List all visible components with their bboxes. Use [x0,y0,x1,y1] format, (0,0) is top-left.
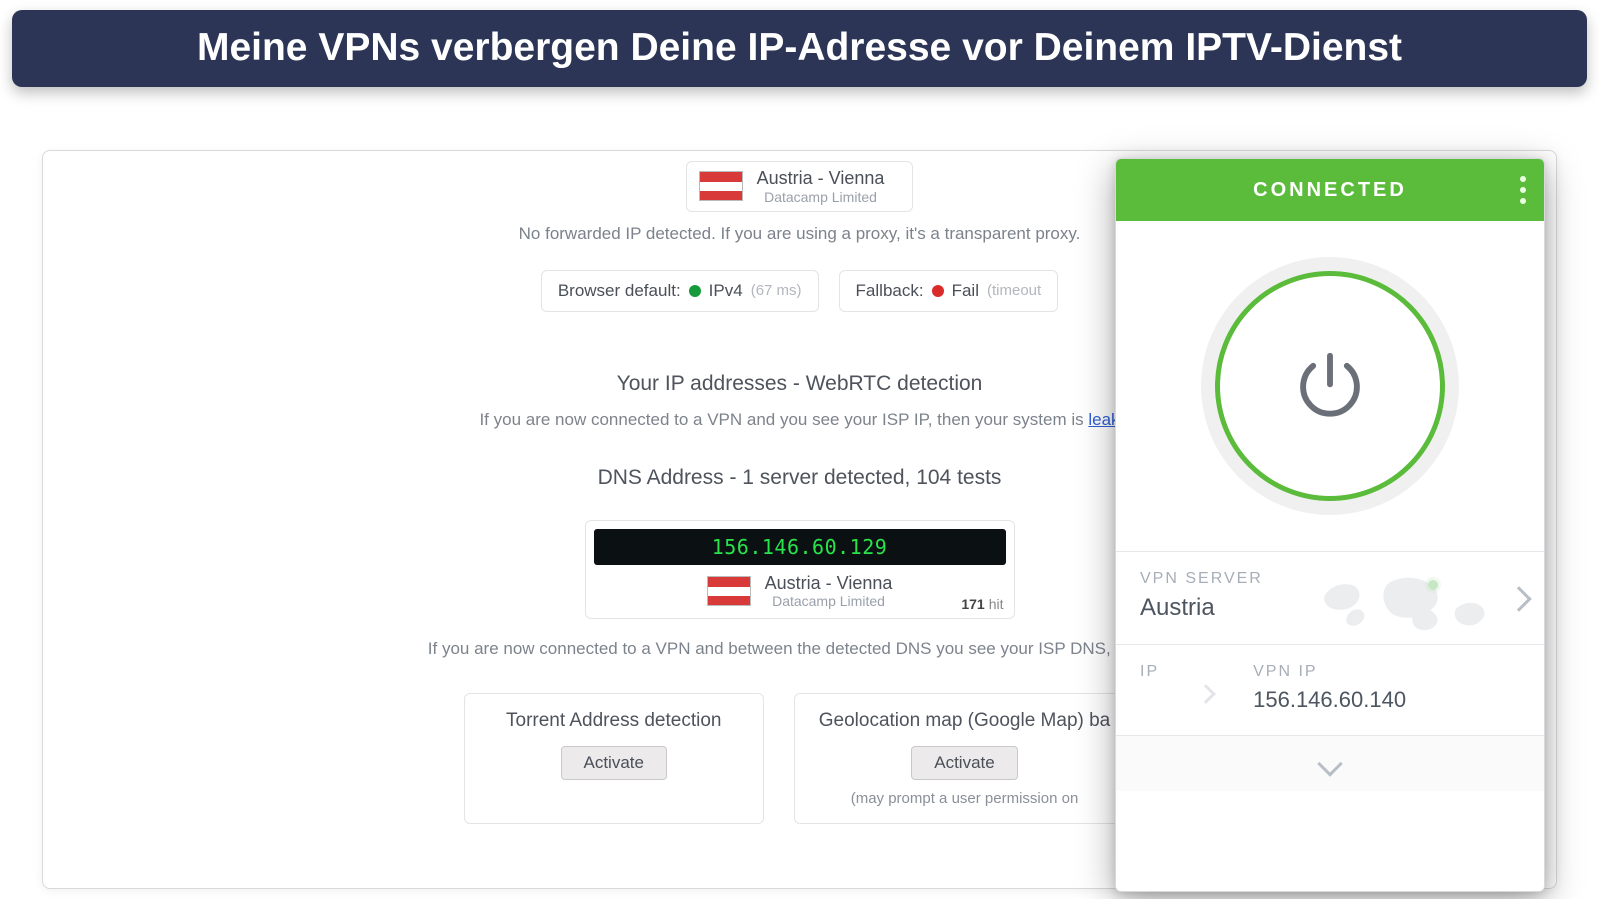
dns-isp: Datacamp Limited [772,593,885,609]
flag-austria-icon [707,576,751,606]
dns-result-card: 156.146.60.129 Austria - Vienna Datacamp… [585,520,1015,619]
browser-default-value: IPv4 [709,281,743,301]
webrtc-section-title: Your IP addresses - WebRTC detection [617,372,983,396]
vpn-vpnip-label: VPN IP [1253,663,1406,681]
headline-text: Meine VPNs verbergen Deine IP-Adresse vo… [197,26,1402,69]
vpn-status-text: CONNECTED [1253,179,1407,202]
dns-section-title: DNS Address - 1 server detected, 104 tes… [598,466,1002,490]
geolocation-card-hint: (may prompt a user permission on [819,790,1111,807]
vpn-menu-button[interactable] [1520,159,1526,221]
kebab-dot-icon [1520,187,1526,193]
webrtc-section-hint: If you are now connected to a VPN and yo… [479,410,1119,430]
detected-ip-isp: Datacamp Limited [764,189,877,205]
geolocation-card: Geolocation map (Google Map) ba Activate… [794,693,1136,824]
proxy-detection-note: No forwarded IP detected. If you are usi… [519,224,1081,244]
dns-location: Austria - Vienna [765,573,893,594]
power-icon [1288,344,1372,428]
detected-ip-card: Austria - Vienna Datacamp Limited [686,161,914,212]
flag-austria-icon [699,171,743,201]
vpn-power-button[interactable] [1215,271,1445,501]
torrent-detection-card: Torrent Address detection Activate [464,693,764,824]
headline-banner: Meine VPNs verbergen Deine IP-Adresse vo… [12,10,1587,87]
torrent-activate-button[interactable]: Activate [561,746,667,780]
fallback-note: (timeout [987,282,1041,299]
vpn-ip-label: IP [1140,663,1159,681]
kebab-dot-icon [1520,198,1526,204]
dns-hit-count: 171hit [961,596,1003,612]
vpn-expand-button[interactable] [1116,735,1544,791]
dns-section-note: If you are now connected to a VPN and be… [428,639,1171,659]
browser-default-latency: (67 ms) [751,282,802,299]
detected-ip-location: Austria - Vienna [757,168,885,189]
geolocation-card-title: Geolocation map (Google Map) ba [819,710,1111,732]
status-dot-icon [689,285,701,297]
fallback-pill: Fallback: Fail (timeout [839,270,1059,312]
caret-right-icon [1196,684,1216,704]
server-location-pin-icon [1428,580,1438,590]
vpn-client-window: CONNECTED VPN SERVER Austria [1115,158,1545,892]
vpn-vpnip-value: 156.146.60.140 [1253,687,1406,713]
vpn-status-header: CONNECTED [1116,159,1544,221]
vpn-ip-section: IP VPN IP 156.146.60.140 [1116,644,1544,735]
status-dot-icon [932,285,944,297]
dns-ip-readout: 156.146.60.129 [594,529,1006,565]
geolocation-activate-button[interactable]: Activate [911,746,1017,780]
fallback-value: Fail [952,281,979,301]
browser-default-label: Browser default: [558,281,681,301]
fallback-label: Fallback: [856,281,924,301]
kebab-dot-icon [1520,176,1526,182]
vpn-server-section[interactable]: VPN SERVER Austria [1116,551,1544,644]
chevron-down-icon [1317,751,1342,776]
torrent-card-title: Torrent Address detection [489,710,739,732]
world-map-icon [1310,566,1500,636]
browser-default-pill: Browser default: IPv4 (67 ms) [541,270,819,312]
